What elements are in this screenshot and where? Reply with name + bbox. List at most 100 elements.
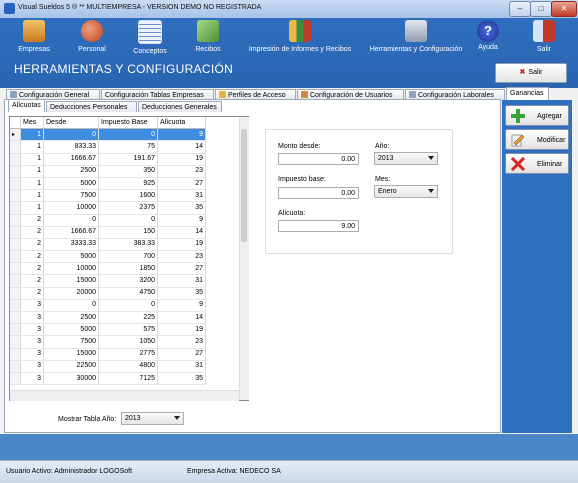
table-cell[interactable]: 1666.67: [43, 153, 99, 166]
table-row[interactable]: ▸ 1 0 0 9: [10, 128, 206, 142]
table-cell[interactable]: 14: [157, 140, 206, 154]
table-row[interactable]: 2 3333.33 383.33 19: [10, 238, 206, 252]
table-row[interactable]: 3 2500 225 14: [10, 311, 206, 325]
tab-ganancias[interactable]: Ganancias: [506, 87, 549, 100]
table-cell[interactable]: 2: [20, 250, 44, 264]
row-indicator[interactable]: [10, 287, 21, 300]
table-row[interactable]: 2 5000 700 23: [10, 250, 206, 264]
row-indicator[interactable]: [10, 323, 21, 337]
minimize-button[interactable]: –: [509, 1, 531, 17]
table-cell[interactable]: 2: [20, 238, 44, 252]
table-cell[interactable]: 7500: [43, 189, 99, 203]
table-cell[interactable]: 2: [20, 287, 44, 300]
table-cell[interactable]: 833.33: [43, 140, 99, 154]
table-cell[interactable]: 191.67: [98, 153, 158, 166]
row-indicator[interactable]: [10, 177, 21, 191]
table-cell[interactable]: 1: [20, 128, 44, 142]
table-cell[interactable]: 7500: [43, 335, 99, 349]
table-cell[interactable]: 35: [157, 372, 206, 386]
row-indicator[interactable]: [10, 348, 21, 361]
scrollbar-thumb[interactable]: [241, 129, 247, 242]
table-cell[interactable]: 19: [157, 323, 206, 337]
table-row[interactable]: 3 7500 1050 23: [10, 335, 206, 349]
table-cell[interactable]: 2500: [43, 165, 99, 178]
maximize-button[interactable]: □: [530, 1, 552, 17]
table-cell[interactable]: 9: [157, 128, 206, 142]
table-cell[interactable]: 225: [98, 311, 158, 325]
table-row[interactable]: 3 30000 7125 35: [10, 372, 206, 386]
table-cell[interactable]: 3: [20, 299, 44, 313]
table-cell[interactable]: 3: [20, 348, 44, 361]
alicuota-input[interactable]: 9.00: [278, 220, 359, 232]
table-cell[interactable]: 19: [157, 153, 206, 166]
table-cell[interactable]: 2500: [43, 311, 99, 325]
table-cell[interactable]: 23: [157, 165, 206, 178]
row-indicator[interactable]: [10, 201, 21, 215]
mostrar-tabla-anio-select[interactable]: 2013: [121, 412, 184, 425]
toolbar-conceptos-button[interactable]: Conceptos: [128, 20, 172, 55]
row-indicator[interactable]: [10, 214, 21, 227]
table-cell[interactable]: 20000: [43, 287, 99, 300]
table-cell[interactable]: 1: [20, 201, 44, 215]
table-cell[interactable]: 10000: [43, 201, 99, 215]
table-cell[interactable]: 10000: [43, 262, 99, 276]
table-row[interactable]: 2 1666.67 150 14: [10, 226, 206, 239]
table-cell[interactable]: 0: [98, 214, 158, 227]
table-cell[interactable]: 1: [20, 140, 44, 154]
row-indicator[interactable]: [10, 238, 21, 252]
table-cell[interactable]: 15000: [43, 274, 99, 288]
table-cell[interactable]: 2375: [98, 201, 158, 215]
table-cell[interactable]: 3: [20, 360, 44, 373]
row-indicator[interactable]: [10, 311, 21, 325]
anio-select[interactable]: 2013: [374, 152, 438, 165]
table-cell[interactable]: 3333.33: [43, 238, 99, 252]
table-cell[interactable]: 0: [98, 128, 158, 142]
table-cell[interactable]: 31: [157, 274, 206, 288]
toolbar-recibos-button[interactable]: Recibos: [186, 20, 230, 53]
table-cell[interactable]: 2: [20, 274, 44, 288]
table-cell[interactable]: 14: [157, 226, 206, 239]
table-cell[interactable]: 925: [98, 177, 158, 191]
grid-vertical-scrollbar[interactable]: [239, 117, 249, 400]
row-indicator[interactable]: [10, 140, 21, 154]
row-indicator[interactable]: [10, 372, 21, 386]
row-indicator[interactable]: [10, 226, 21, 239]
table-cell[interactable]: 0: [43, 128, 99, 142]
table-cell[interactable]: 19: [157, 238, 206, 252]
table-row[interactable]: 1 7500 1600 31: [10, 189, 206, 203]
table-row[interactable]: 2 15000 3200 31: [10, 274, 206, 288]
table-cell[interactable]: 7125: [98, 372, 158, 386]
mes-select[interactable]: Enero: [374, 185, 438, 198]
table-cell[interactable]: 3200: [98, 274, 158, 288]
table-row[interactable]: 1 1666.67 191.67 19: [10, 153, 206, 166]
table-cell[interactable]: 4750: [98, 287, 158, 300]
toolbar-informes-button[interactable]: Impresión de Informes y Recibos: [242, 20, 358, 53]
table-cell[interactable]: 3: [20, 311, 44, 325]
row-indicator[interactable]: [10, 360, 21, 373]
subtab-alicuotas[interactable]: Alícuotas: [8, 99, 45, 112]
column-header-desde[interactable]: Desde: [43, 117, 99, 130]
table-cell[interactable]: 14: [157, 311, 206, 325]
table-row[interactable]: 1 833.33 75 14: [10, 140, 206, 154]
row-indicator[interactable]: [10, 274, 21, 288]
subtab-deducciones-generales[interactable]: Deducciones Generales: [138, 101, 222, 112]
table-row[interactable]: 3 15000 2775 27: [10, 348, 206, 361]
row-indicator[interactable]: [10, 153, 21, 166]
table-cell[interactable]: 1050: [98, 335, 158, 349]
impuesto-base-input[interactable]: 0.00: [278, 187, 359, 199]
table-cell[interactable]: 5000: [43, 250, 99, 264]
table-cell[interactable]: 575: [98, 323, 158, 337]
table-cell[interactable]: 700: [98, 250, 158, 264]
table-cell[interactable]: 150: [98, 226, 158, 239]
row-indicator[interactable]: [10, 262, 21, 276]
eliminar-button[interactable]: Eliminar: [505, 153, 569, 174]
table-cell[interactable]: 30000: [43, 372, 99, 386]
salir-button[interactable]: ✖ Salir: [495, 63, 567, 83]
table-cell[interactable]: 1850: [98, 262, 158, 276]
table-cell[interactable]: 2: [20, 226, 44, 239]
table-cell[interactable]: 1: [20, 165, 44, 178]
table-cell[interactable]: 2: [20, 262, 44, 276]
table-cell[interactable]: 2: [20, 214, 44, 227]
table-cell[interactable]: 1: [20, 177, 44, 191]
table-cell[interactable]: 15000: [43, 348, 99, 361]
